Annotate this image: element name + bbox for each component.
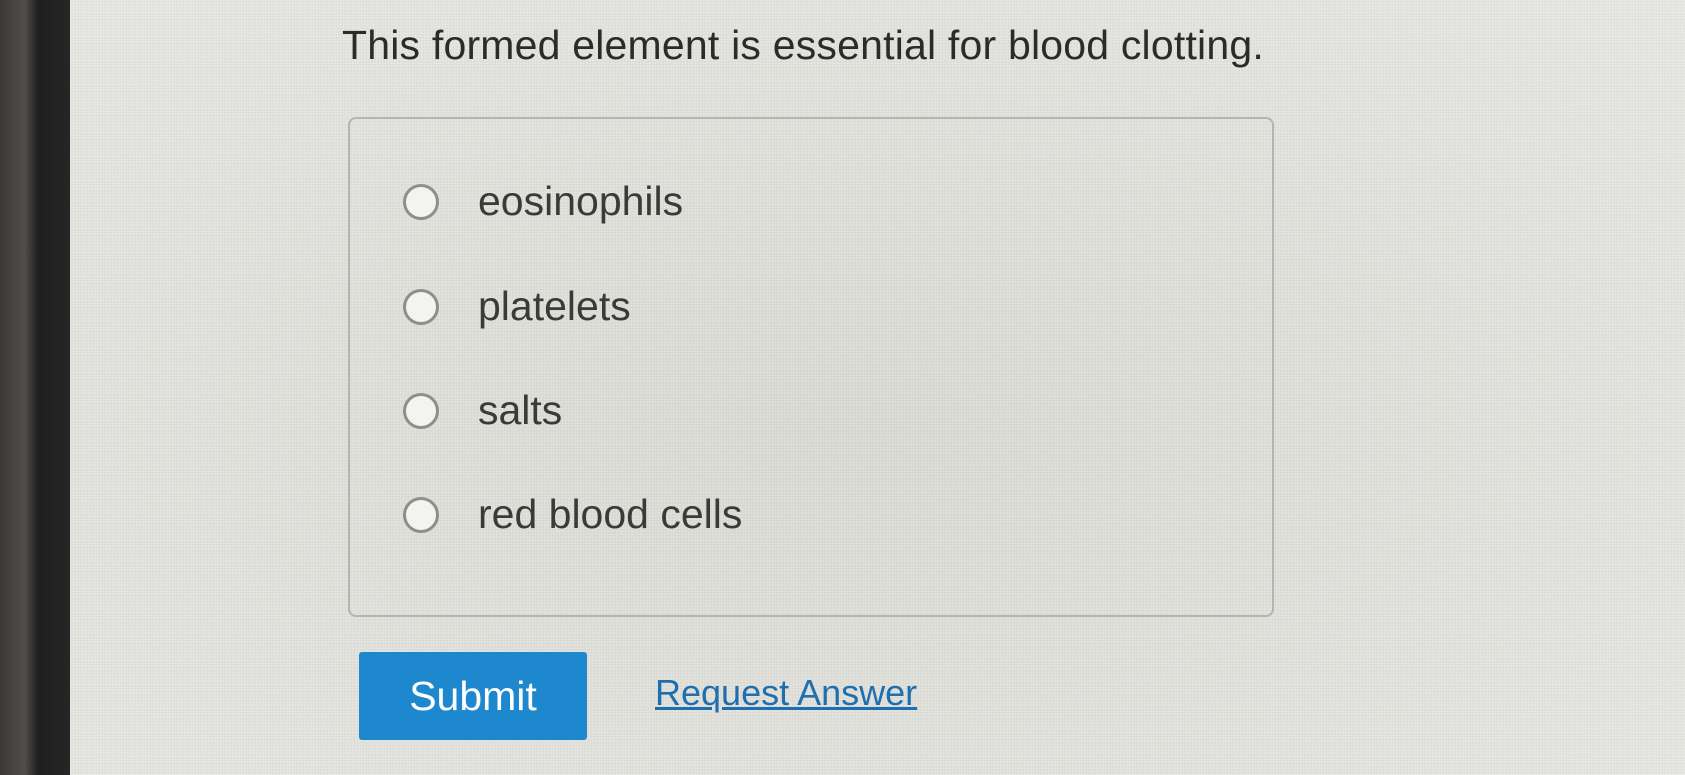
- request-answer-link[interactable]: Request Answer: [655, 672, 917, 714]
- choice-label: eosinophils: [478, 178, 684, 224]
- radio-button[interactable]: [403, 496, 439, 533]
- answer-choices: eosinophils platelets salts red blood ce…: [348, 117, 1274, 617]
- choice-label: salts: [478, 387, 563, 433]
- screen: This formed element is essential for blo…: [70, 0, 1685, 775]
- radio-button[interactable]: [403, 183, 439, 220]
- choice-salts[interactable]: salts: [403, 387, 562, 434]
- choice-label: red blood cells: [478, 491, 743, 537]
- choice-eosinophils[interactable]: eosinophils: [403, 178, 683, 225]
- choice-label: platelets: [478, 283, 631, 329]
- choice-red-blood-cells[interactable]: red blood cells: [403, 491, 742, 538]
- choice-platelets[interactable]: platelets: [403, 283, 631, 330]
- radio-button[interactable]: [403, 288, 439, 325]
- radio-button[interactable]: [403, 392, 439, 429]
- submit-button[interactable]: Submit: [359, 652, 587, 740]
- question-text: This formed element is essential for blo…: [342, 22, 1264, 68]
- monitor-bezel: [0, 0, 70, 775]
